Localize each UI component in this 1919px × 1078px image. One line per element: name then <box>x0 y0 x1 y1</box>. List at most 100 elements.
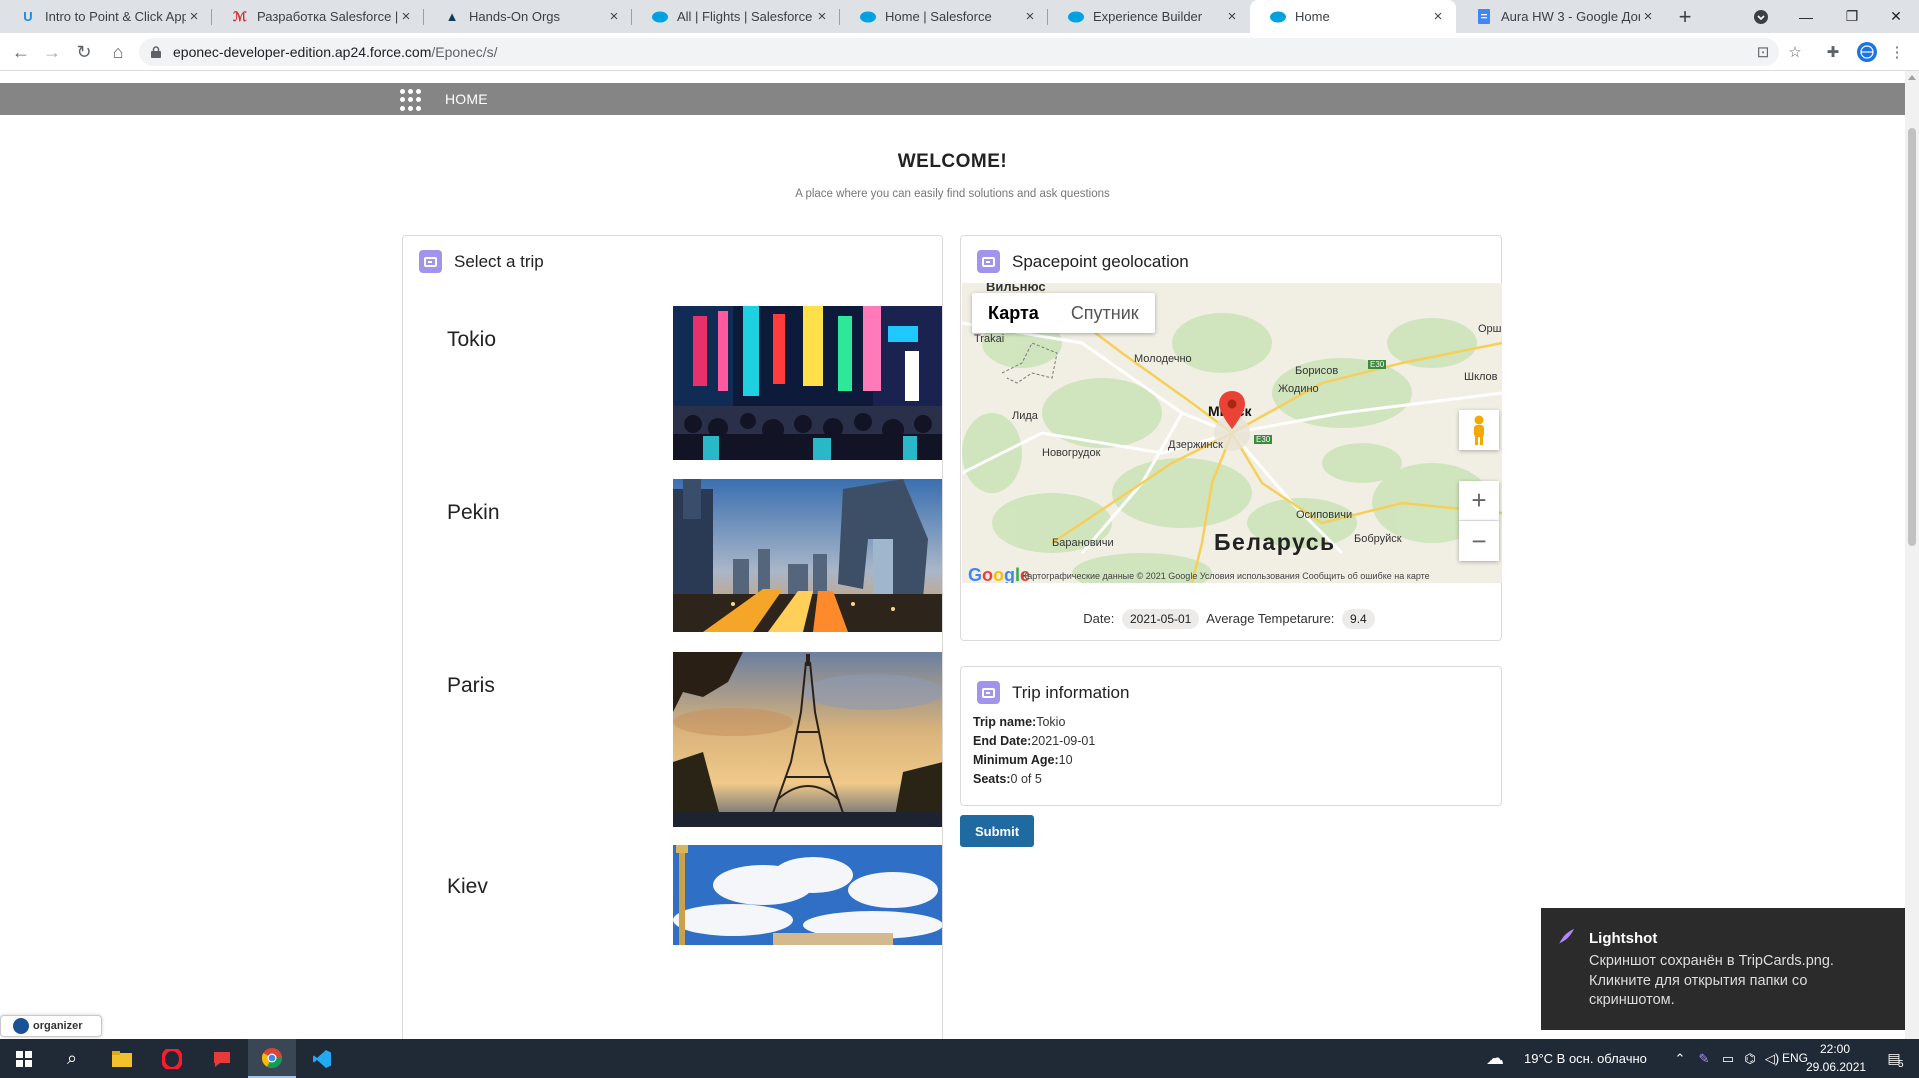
close-tab-icon[interactable]: × <box>814 8 830 25</box>
salesforce-cloud-icon <box>1068 9 1084 25</box>
map-attribution[interactable]: Картографические данные © 2021 Google Ус… <box>1022 571 1430 581</box>
trip-item-pekin[interactable]: Pekin <box>403 479 942 632</box>
salesforce-cloud-icon <box>652 9 668 25</box>
tab-search-button[interactable] <box>1738 0 1784 33</box>
notification-center-icon[interactable]: ▤ <box>1872 1039 1916 1078</box>
lightshot-tray-icon[interactable]: ✎ <box>1692 1039 1716 1078</box>
map-marker-icon[interactable] <box>1219 391 1245 429</box>
browser-tab-flights[interactable]: All | Flights | Salesforce × <box>632 0 840 33</box>
extensions-puzzle-icon[interactable]: ✚ <box>1822 41 1844 63</box>
forward-button[interactable]: → <box>38 38 66 66</box>
trip-name: Paris <box>447 674 495 697</box>
network-icon[interactable]: ▭ <box>1716 1039 1740 1078</box>
tray-chevron-icon[interactable]: ⌃ <box>1668 1039 1692 1078</box>
close-tab-icon[interactable]: × <box>1224 8 1240 25</box>
map-label: Молодечно <box>1134 353 1192 365</box>
browser-tab-hands-on-orgs[interactable]: ▲ Hands-On Orgs × <box>424 0 632 33</box>
windows-taskbar: ⌕ ☁ 19°C В осн. облачно ⌃ ✎ ▭ ⌬ ◁) ENG 2… <box>0 1039 1919 1078</box>
browser-tab-home-salesforce[interactable]: Home | Salesforce × <box>840 0 1048 33</box>
close-tab-icon[interactable]: × <box>186 8 202 25</box>
map-label: Осиповичи <box>1296 509 1353 521</box>
browser-tab-google-docs[interactable]: Aura HW 3 - Google Доку × <box>1456 0 1666 33</box>
trip-item-tokio[interactable]: Tokio <box>403 306 942 460</box>
browser-tab-coursera[interactable]: ℳ Разработка Salesforce | Ку × <box>212 0 424 33</box>
zoom-out-button[interactable]: − <box>1459 521 1499 561</box>
clock-time[interactable]: 22:00 <box>1820 1042 1850 1056</box>
pekin-photo[interactable] <box>673 479 942 632</box>
language-indicator[interactable]: ENG <box>1782 1051 1808 1065</box>
browser-tab-trailhead[interactable]: U Intro to Point & Click App × <box>0 0 212 33</box>
zoom-in-button[interactable]: + <box>1459 481 1499 521</box>
trip-name: Tokio <box>447 328 497 351</box>
satellite-tab[interactable]: Спутник <box>1055 293 1155 333</box>
notification-title: Lightshot <box>1589 930 1658 947</box>
google-logo[interactable]: Google <box>968 565 1030 583</box>
trip-item-kiev[interactable]: Kiev <box>403 845 942 945</box>
close-window-button[interactable]: ✕ <box>1873 0 1919 33</box>
browser-tab-experience-builder[interactable]: Experience Builder × <box>1048 0 1250 33</box>
map-tab[interactable]: Карта <box>972 293 1055 333</box>
scroll-up-arrow-icon[interactable] <box>1908 75 1916 80</box>
kiev-photo[interactable] <box>673 845 942 945</box>
trip-item-paris[interactable]: Paris <box>403 652 942 827</box>
home-button[interactable]: ⌂ <box>104 38 132 66</box>
contact-card-icon <box>419 250 442 273</box>
scrollbar-thumb[interactable] <box>1908 128 1916 546</box>
lock-icon[interactable] <box>149 45 163 59</box>
tab-title: Intro to Point & Click App <box>45 9 186 24</box>
tokio-photo[interactable] <box>673 306 942 460</box>
coursera-icon: ℳ <box>233 8 247 24</box>
street-view-pegman-icon[interactable] <box>1459 410 1499 450</box>
tab-title: Experience Builder <box>1093 9 1203 24</box>
reload-button[interactable]: ↻ <box>70 38 98 66</box>
browser-tab-home-active[interactable]: Home × <box>1250 0 1456 33</box>
lightshot-notification[interactable]: Lightshot Скриншот сохранён в TripCards.… <box>1541 908 1905 1030</box>
search-icon[interactable]: ⌕ <box>48 1039 96 1078</box>
profile-avatar-icon[interactable] <box>1856 41 1878 63</box>
close-tab-icon[interactable]: × <box>606 8 622 25</box>
browser-menu-icon[interactable]: ⋮ <box>1886 41 1908 63</box>
nav-home-link[interactable]: HOME <box>445 91 488 107</box>
close-tab-icon[interactable]: × <box>1022 8 1038 25</box>
address-bar[interactable]: eponec-developer-edition.ap24.force.com /… <box>139 38 1779 66</box>
browser-toolbar: ← → ↻ ⌂ eponec-developer-edition.ap24.fo… <box>0 33 1919 71</box>
bookmark-star-icon[interactable]: ☆ <box>1784 41 1806 63</box>
tab-title: All | Flights | Salesforce <box>677 9 813 24</box>
messenger-icon[interactable] <box>198 1039 246 1078</box>
vscode-icon[interactable] <box>298 1039 346 1078</box>
new-tab-button[interactable]: + <box>1672 4 1698 30</box>
close-tab-icon[interactable]: × <box>1430 8 1446 25</box>
volume-icon[interactable]: ◁) <box>1760 1039 1784 1078</box>
trip-name: Pekin <box>447 501 500 524</box>
weather-text[interactable]: 19°C В осн. облачно <box>1524 1051 1647 1066</box>
google-map[interactable]: Карта Спутник Вильнюс Trakai Молодечно Б… <box>962 283 1502 583</box>
file-explorer-icon[interactable] <box>98 1039 146 1078</box>
url-path: /Eponec/s/ <box>431 44 498 60</box>
battery-icon[interactable]: ⌬ <box>1738 1039 1762 1078</box>
e30-route-badge: E30 <box>1368 360 1387 369</box>
app-launcher-icon[interactable] <box>400 89 422 111</box>
map-label: Барановичи <box>1052 537 1114 549</box>
opera-icon[interactable] <box>148 1039 196 1078</box>
close-tab-icon[interactable]: × <box>1640 8 1656 25</box>
page-scrollbar[interactable] <box>1905 71 1919 1039</box>
back-button[interactable]: ← <box>7 38 35 66</box>
seats-row: Seats:0 of 5 <box>973 772 1042 786</box>
minimum-age-value: 10 <box>1058 753 1073 767</box>
trailhead-hat-icon: ▲ <box>445 9 459 24</box>
submit-button[interactable]: Submit <box>960 815 1034 847</box>
windows-start-icon[interactable] <box>0 1039 48 1078</box>
clock-date[interactable]: 29.06.2021 <box>1806 1060 1866 1074</box>
chrome-icon[interactable] <box>248 1039 296 1078</box>
minimize-window-button[interactable]: — <box>1783 0 1829 33</box>
salesforce-cloud-icon <box>1270 9 1286 25</box>
translate-icon[interactable]: ⊡ <box>1752 41 1774 63</box>
paris-photo[interactable] <box>673 652 942 827</box>
map-label: Trakai <box>974 333 1005 345</box>
close-tab-icon[interactable]: × <box>398 8 414 25</box>
card-title: Select a trip <box>454 251 544 271</box>
weather-icon[interactable]: ☁ <box>1480 1039 1510 1078</box>
organizer-widget[interactable]: organizer <box>0 1015 102 1037</box>
restore-window-button[interactable]: ❐ <box>1829 0 1875 33</box>
community-navbar: HOME <box>0 83 1905 115</box>
